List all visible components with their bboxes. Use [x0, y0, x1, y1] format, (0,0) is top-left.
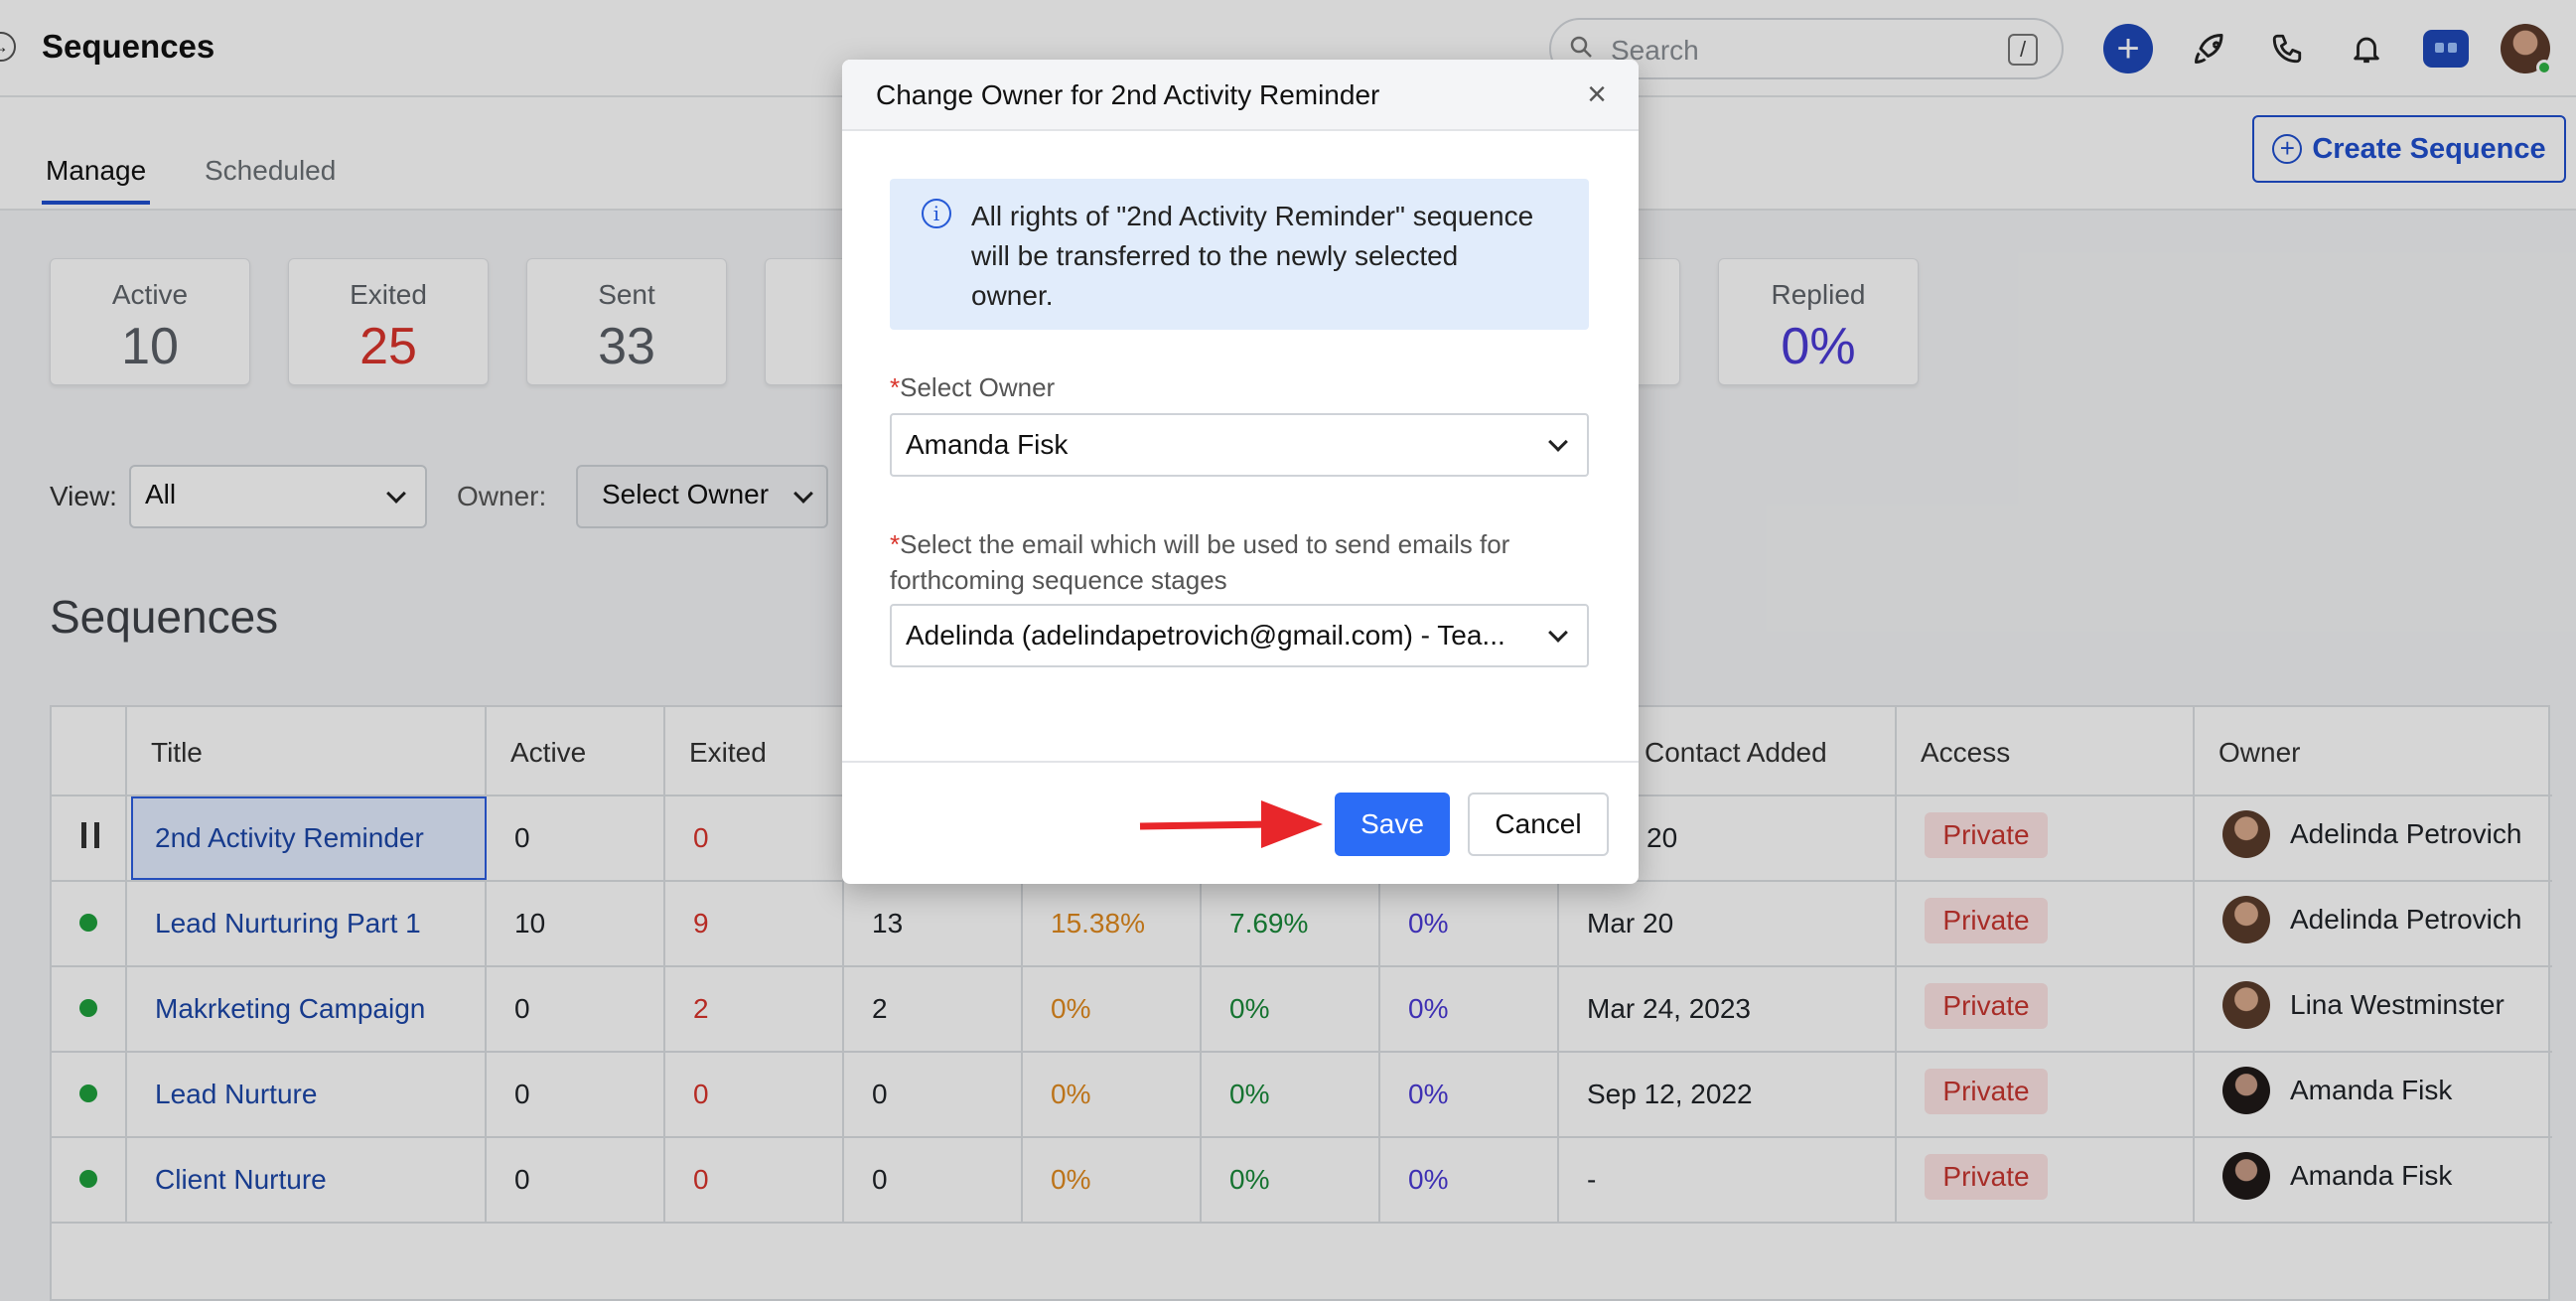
dialog-header: Change Owner for 2nd Activity Reminder ×: [842, 60, 1639, 131]
required-marker: *: [890, 372, 901, 402]
change-owner-dialog: Change Owner for 2nd Activity Reminder ×…: [842, 60, 1639, 884]
info-icon: i: [922, 199, 951, 228]
close-icon[interactable]: ×: [1587, 75, 1607, 114]
owner-dropdown[interactable]: Amanda Fisk: [890, 413, 1589, 477]
chevron-down-icon: [1548, 432, 1568, 452]
annotation-arrow-icon: [1139, 800, 1323, 848]
select-owner-label-text: Select Owner: [900, 372, 1056, 402]
select-owner-label: *Select Owner: [890, 369, 1585, 405]
save-button[interactable]: Save: [1335, 793, 1450, 856]
chevron-down-icon: [1548, 623, 1568, 643]
dialog-title: Change Owner for 2nd Activity Reminder: [876, 79, 1380, 110]
select-email-label-text: Select the email which will be used to s…: [890, 529, 1510, 595]
email-dropdown[interactable]: Adelinda (adelindapetrovich@gmail.com) -…: [890, 604, 1589, 667]
cancel-button[interactable]: Cancel: [1468, 793, 1609, 856]
dialog-footer-divider: [842, 761, 1639, 763]
info-text: All rights of "2nd Activity Reminder" se…: [971, 201, 1534, 311]
select-email-label: *Select the email which will be used to …: [890, 526, 1585, 598]
owner-dropdown-value: Amanda Fisk: [906, 429, 1069, 460]
email-dropdown-value: Adelinda (adelindapetrovich@gmail.com) -…: [906, 620, 1505, 650]
required-marker: *: [890, 529, 901, 559]
info-banner: i All rights of "2nd Activity Reminder" …: [890, 179, 1589, 330]
